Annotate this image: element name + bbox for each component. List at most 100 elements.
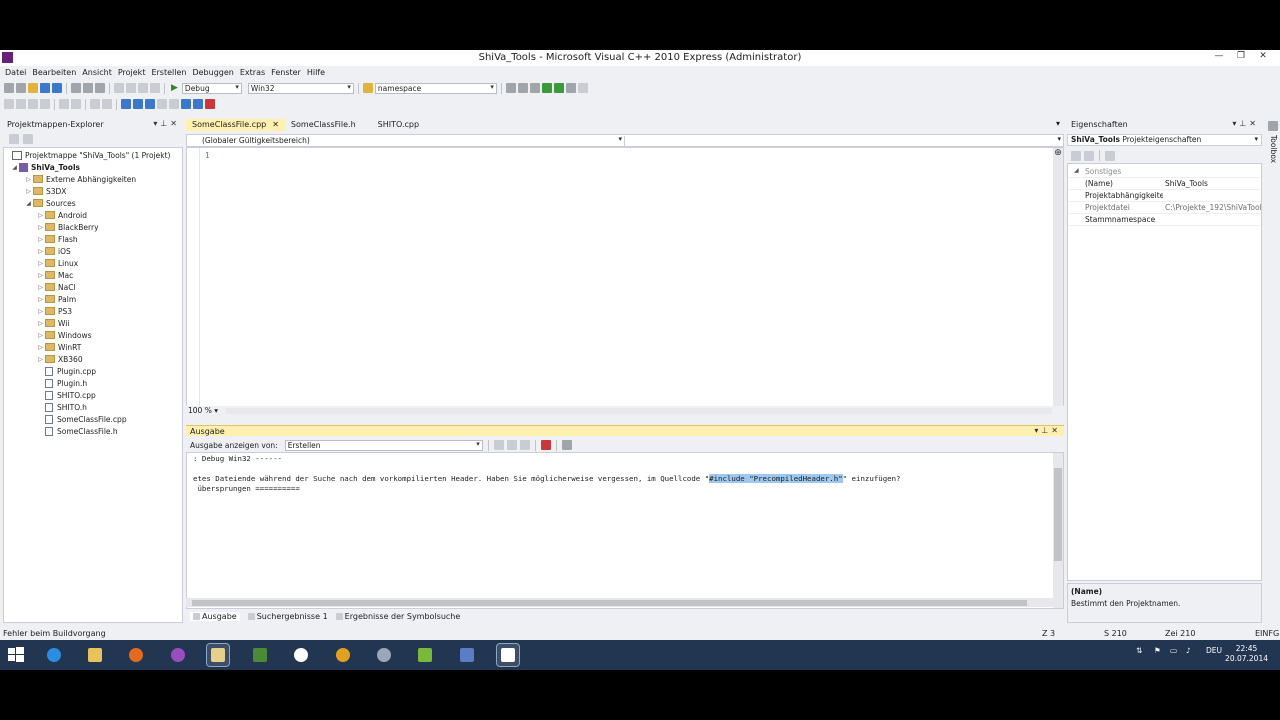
tree-node-palm[interactable]: ▷ Palm xyxy=(36,293,76,305)
expand-arrow-icon[interactable]: ▷ xyxy=(36,212,45,219)
increase-indent-icon[interactable] xyxy=(71,99,81,109)
tray-volume-icon[interactable]: ♪ xyxy=(1186,646,1191,655)
decrease-indent-icon[interactable] xyxy=(59,99,69,109)
output-vertical-scrollbar[interactable] xyxy=(1053,453,1063,608)
find-combo[interactable]: namespace xyxy=(374,82,497,94)
next-doc-bookmark-icon[interactable] xyxy=(193,99,203,109)
tab-suchergebnisse[interactable]: Suchergebnisse 1 xyxy=(247,612,328,621)
expand-arrow-icon[interactable]: ▷ xyxy=(24,188,33,195)
clear-all-icon[interactable] xyxy=(540,440,551,450)
tree-node-someclassfile-cpp[interactable]: SomeClassFile.cpp xyxy=(36,413,127,425)
tab-ausgabe[interactable]: Ausgabe xyxy=(190,612,240,621)
previous-bookmark-icon[interactable] xyxy=(133,99,143,109)
taskbar-app-11[interactable] xyxy=(456,644,478,666)
toolbox-tab[interactable]: Toolbox xyxy=(1269,135,1278,163)
tree-node-shito-h[interactable]: SHITO.h xyxy=(36,401,87,413)
menu-projekt[interactable]: Projekt xyxy=(116,66,150,79)
navigate-back-icon[interactable] xyxy=(138,83,148,93)
menu-debuggen[interactable]: Debuggen xyxy=(190,66,237,79)
close-button[interactable]: ✕ xyxy=(1252,51,1274,61)
tab-someclassfile-h[interactable]: SomeClassFile.h xyxy=(285,119,362,131)
start-page-icon[interactable] xyxy=(553,83,564,93)
panel-close-icon[interactable]: ✕ xyxy=(1051,426,1061,435)
member-list-icon[interactable] xyxy=(4,99,14,109)
open-file-icon[interactable] xyxy=(28,83,38,93)
configuration-select[interactable]: Debug xyxy=(181,82,242,94)
expand-arrow-icon[interactable]: ▷ xyxy=(36,320,45,327)
expand-arrow-icon[interactable]: ▷ xyxy=(36,344,45,351)
undo-icon[interactable] xyxy=(114,83,124,93)
member-select[interactable] xyxy=(627,135,1063,146)
toolbar-options-icon[interactable] xyxy=(577,83,588,93)
zoom-level[interactable]: 100 % ▾ xyxy=(188,406,218,415)
tree-node-solution[interactable]: Projektmappe "ShiVa_Tools" (1 Projekt) xyxy=(12,149,170,161)
prev-doc-bookmark-icon[interactable] xyxy=(181,99,191,109)
tree-node-plugin-h[interactable]: Plugin.h xyxy=(36,377,87,389)
tree-node-winrt[interactable]: ▷ WinRT xyxy=(36,341,81,353)
pin-icon[interactable]: ⊥ xyxy=(160,119,170,128)
find-message-icon[interactable] xyxy=(493,440,504,450)
collapse-arrow-icon[interactable]: ◢ xyxy=(10,164,19,171)
solution-explorer-icon[interactable] xyxy=(505,83,516,93)
find-in-files-icon[interactable] xyxy=(362,83,373,93)
tree-node-blackberry[interactable]: ▷ BlackBerry xyxy=(36,221,98,233)
expand-arrow-icon[interactable]: ◢ xyxy=(24,200,33,207)
show-all-files-icon[interactable] xyxy=(23,134,33,144)
tree-node-ios[interactable]: ▷ iOS xyxy=(36,245,71,257)
taskbar-app-10[interactable] xyxy=(414,644,436,666)
tab-shito-cpp[interactable]: SHITO.cpp xyxy=(372,119,425,131)
menu-ansicht[interactable]: Ansicht xyxy=(80,66,116,79)
panel-close-icon[interactable]: ✕ xyxy=(170,119,180,128)
redo-icon[interactable] xyxy=(126,83,136,93)
cut-icon[interactable] xyxy=(71,83,81,93)
complete-word-icon[interactable] xyxy=(40,99,50,109)
scope-select[interactable]: (Globaler Gültigkeitsbereich) xyxy=(189,135,625,146)
tray-clock[interactable]: 22:45 20.07.2014 xyxy=(1225,644,1268,664)
menu-bearbeiten[interactable]: Bearbeiten xyxy=(30,66,80,79)
tree-node-shito-cpp[interactable]: SHITO.cpp xyxy=(36,389,96,401)
properties-window-icon[interactable] xyxy=(517,83,528,93)
taskbar-visual-studio[interactable] xyxy=(496,643,520,667)
expand-arrow-icon[interactable]: ▷ xyxy=(36,272,45,279)
menu-extras[interactable]: Extras xyxy=(238,66,269,79)
tray-network-icon[interactable]: ⇅ xyxy=(1136,646,1142,655)
alphabetical-icon[interactable] xyxy=(1084,150,1094,161)
navigate-forward-icon[interactable] xyxy=(150,83,160,93)
copy-icon[interactable] xyxy=(83,83,93,93)
previous-message-icon[interactable] xyxy=(506,440,517,450)
menu-fenster[interactable]: Fenster xyxy=(269,66,305,79)
toolbox-tab-icon[interactable] xyxy=(1268,121,1278,131)
tree-node-project[interactable]: ◢ ShiVa_Tools xyxy=(10,161,80,173)
maximize-button[interactable]: ❐ xyxy=(1230,51,1252,61)
tree-node-android[interactable]: ▷ Android xyxy=(36,209,87,221)
taskbar-app-6[interactable] xyxy=(249,644,271,666)
comment-icon[interactable] xyxy=(90,99,100,109)
taskbar-explorer[interactable] xyxy=(84,644,106,666)
property-row[interactable]: Stammnamespace xyxy=(1068,214,1261,226)
property-pages-icon[interactable] xyxy=(1105,150,1115,161)
expand-arrow-icon[interactable]: ▷ xyxy=(36,356,45,363)
expand-arrow-icon[interactable]: ▷ xyxy=(36,296,45,303)
categorized-icon[interactable] xyxy=(1071,150,1081,161)
tree-node-windows[interactable]: ▷ Windows xyxy=(36,329,91,341)
expand-arrow-icon[interactable]: ▷ xyxy=(36,236,45,243)
editor-vertical-scrollbar[interactable]: ⊕ xyxy=(1053,148,1063,408)
object-browser-icon[interactable] xyxy=(529,83,540,93)
menu-datei[interactable]: Datei xyxy=(3,66,30,79)
property-category[interactable]: ◢ Sonstiges xyxy=(1068,166,1261,178)
paste-icon[interactable] xyxy=(95,83,105,93)
toggle-word-wrap-icon[interactable] xyxy=(561,440,572,450)
tab-someclassfile-cpp[interactable]: SomeClassFile.cpp ✕ xyxy=(186,119,285,131)
tray-language[interactable]: DEU xyxy=(1206,646,1222,655)
tray-flag-icon[interactable]: ⚑ xyxy=(1154,646,1161,655)
taskbar-unity[interactable] xyxy=(290,644,312,666)
tree-node-s3dx[interactable]: ▷ S3DX xyxy=(24,185,66,197)
taskbar-ie[interactable] xyxy=(43,644,65,666)
toggle-bookmark-icon[interactable] xyxy=(121,99,131,109)
tray-monitor-icon[interactable]: ▭ xyxy=(1170,646,1177,655)
pin-icon[interactable]: ⊥ xyxy=(1239,119,1249,128)
tree-node-wii[interactable]: ▷ Wii xyxy=(36,317,69,329)
previous-bookmark-folder-icon[interactable] xyxy=(157,99,167,109)
tree-node-flash[interactable]: ▷ Flash xyxy=(36,233,77,245)
expand-arrow-icon[interactable]: ▷ xyxy=(36,248,45,255)
